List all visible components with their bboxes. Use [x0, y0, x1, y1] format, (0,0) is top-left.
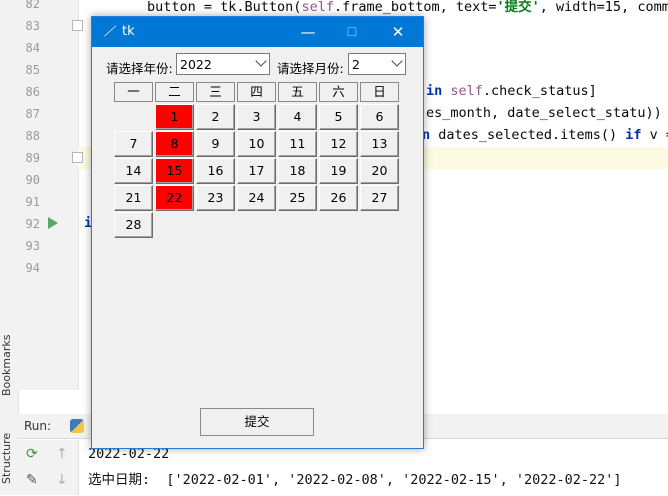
day-button[interactable]: 1 — [155, 104, 194, 130]
month-select-value: 2 — [352, 57, 360, 72]
day-button[interactable]: 24 — [237, 185, 276, 211]
line-number: 94 — [25, 261, 40, 275]
day-button[interactable]: 20 — [360, 158, 399, 184]
day-button[interactable]: 15 — [155, 158, 194, 184]
day-button[interactable]: 9 — [196, 131, 235, 157]
tk-window: ⟋ tk — ☐ ✕ 请选择年份: 2022 请选择月份: 2 一二三四五六日 … — [91, 16, 424, 449]
day-button[interactable]: 25 — [278, 185, 317, 211]
feather-icon: ⟋ — [104, 24, 114, 40]
weekday-header: 五 — [278, 82, 317, 102]
day-button[interactable]: 14 — [114, 158, 153, 184]
console-output-line: 选中日期: ['2022-02-01', '2022-02-08', '2022… — [88, 472, 622, 488]
day-button[interactable]: 12 — [319, 131, 358, 157]
day-button[interactable]: 28 — [114, 212, 153, 238]
line-number: 91 — [25, 195, 40, 209]
close-button[interactable]: ✕ — [376, 21, 420, 43]
year-label: 请选择年份: — [106, 61, 173, 76]
day-button[interactable]: 13 — [360, 131, 399, 157]
day-button[interactable]: 17 — [237, 158, 276, 184]
run-panel-title: Run: — [24, 419, 52, 433]
run-gutter-icon[interactable] — [48, 217, 58, 229]
weekday-header: 日 — [360, 82, 399, 102]
line-number: 93 — [25, 239, 40, 253]
rerun-icon[interactable]: ⟳ — [26, 446, 38, 462]
python-icon[interactable] — [70, 419, 84, 433]
line-number: 85 — [25, 63, 40, 77]
line-number: 84 — [25, 41, 40, 55]
month-label: 请选择月份: — [277, 61, 344, 76]
day-button[interactable]: 18 — [278, 158, 317, 184]
day-button[interactable]: 21 — [114, 185, 153, 211]
weekday-header: 三 — [196, 82, 235, 102]
scroll-up-icon[interactable]: ↑ — [56, 446, 68, 462]
chevron-down-icon — [255, 55, 267, 67]
minimize-button[interactable]: — — [286, 21, 330, 43]
line-number: 88 — [25, 129, 40, 143]
line-number: 86 — [25, 85, 40, 99]
day-button[interactable]: 2 — [196, 104, 235, 130]
day-button[interactable]: 11 — [278, 131, 317, 157]
day-button[interactable]: 10 — [237, 131, 276, 157]
line-number: 87 — [25, 107, 40, 121]
year-select-value: 2022 — [180, 57, 212, 72]
weekday-header: 一 — [114, 82, 153, 102]
fold-icon[interactable] — [72, 152, 83, 163]
weekday-header: 六 — [319, 82, 358, 102]
month-select[interactable]: 2 — [348, 53, 406, 75]
day-button[interactable]: 16 — [196, 158, 235, 184]
day-button[interactable]: 8 — [155, 131, 194, 157]
day-button[interactable]: 4 — [278, 104, 317, 130]
code-line-88: n dates_selected.items() if v = — [422, 127, 668, 143]
day-button[interactable]: 6 — [360, 104, 399, 130]
chevron-down-icon — [391, 55, 403, 67]
weekday-header: 二 — [155, 82, 194, 102]
weekday-header: 四 — [237, 82, 276, 102]
maximize-button[interactable]: ☐ — [330, 21, 374, 43]
window-title: tk — [122, 24, 135, 39]
day-button[interactable]: 5 — [319, 104, 358, 130]
line-number: 89 — [25, 151, 40, 165]
code-line-82: button = tk.Button(self.frame_bottom, te… — [147, 0, 668, 15]
day-button[interactable]: 23 — [196, 185, 235, 211]
day-button[interactable]: 19 — [319, 158, 358, 184]
day-button[interactable]: 22 — [155, 185, 194, 211]
wrench-icon[interactable]: ✎ — [26, 472, 38, 488]
submit-button[interactable]: 提交 — [200, 408, 314, 436]
day-button[interactable]: 7 — [114, 131, 153, 157]
day-button[interactable]: 27 — [360, 185, 399, 211]
line-number: 83 — [25, 19, 40, 33]
year-select[interactable]: 2022 — [176, 53, 270, 75]
day-button[interactable]: 26 — [319, 185, 358, 211]
line-number: 92 — [25, 217, 40, 231]
window-titlebar[interactable]: ⟋ tk — ☐ ✕ — [92, 17, 423, 47]
fold-icon[interactable] — [72, 20, 83, 31]
bookmarks-tab[interactable]: Bookmarks — [0, 330, 18, 400]
day-button[interactable]: 3 — [237, 104, 276, 130]
ide-tool-stripe — [0, 0, 19, 495]
code-line-86: in self.check_status] — [426, 83, 597, 99]
code-line-87: es_month, date_select_statu)) — [426, 105, 662, 121]
line-number: 82 — [25, 0, 40, 11]
line-number: 90 — [25, 173, 40, 187]
scroll-down-icon[interactable]: ↓ — [56, 472, 68, 488]
structure-tab[interactable]: Structure — [0, 428, 18, 488]
